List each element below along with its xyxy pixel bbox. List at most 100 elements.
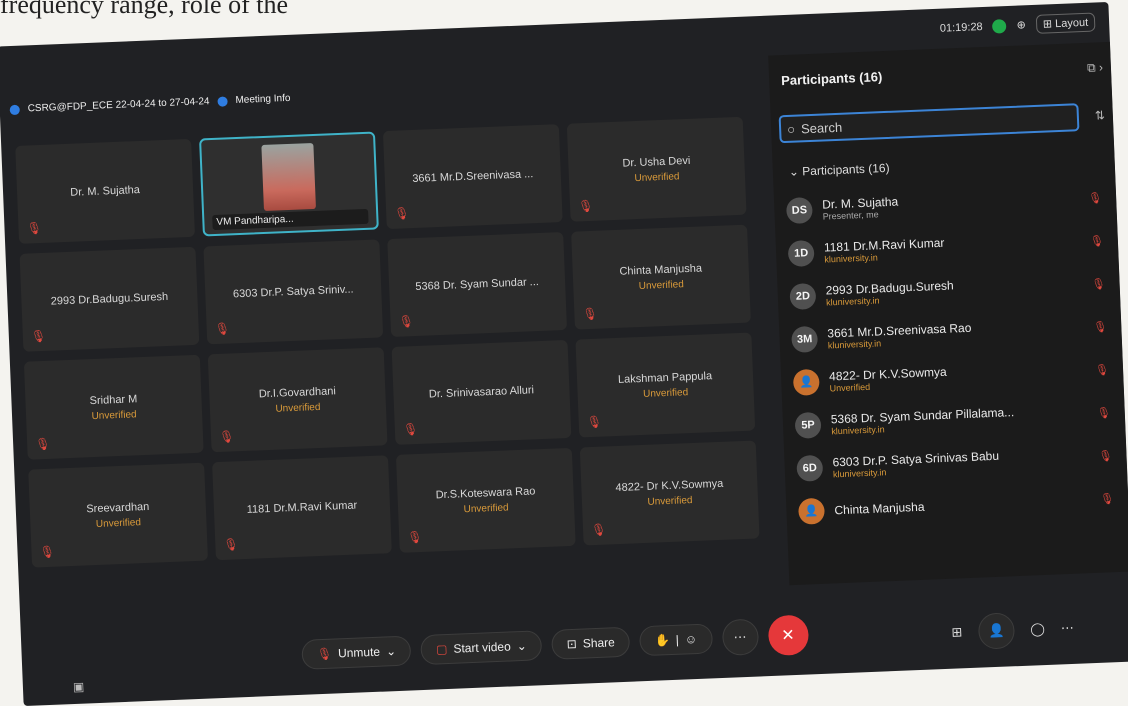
popout-icon[interactable]: ⧉ › xyxy=(1087,60,1103,76)
avatar: 👤 xyxy=(797,497,826,525)
tile-name: Chinta Manjusha xyxy=(619,261,703,278)
search-input[interactable]: ○ Search xyxy=(778,103,1080,144)
sort-icon[interactable]: ⇅ xyxy=(1095,108,1106,122)
side-tools: ⊞ 👤 ◯ ⋯ xyxy=(951,610,1075,651)
captions-icon[interactable]: ▣ xyxy=(73,680,85,694)
participant-info: 1181 Dr.M.Ravi Kumar kluniversity.in xyxy=(824,235,945,264)
mic-muted-icon: 🎙 xyxy=(1098,450,1113,463)
unverified-badge: Unverified xyxy=(463,501,509,515)
layout-label: Layout xyxy=(1054,16,1089,31)
background-document-text: frequency range, role of the xyxy=(0,0,289,19)
info-icon[interactable] xyxy=(217,95,228,107)
participant-tile[interactable]: Dr.S.Koteswara Rao Unverified 🎙 xyxy=(395,447,576,553)
participants-icon[interactable]: 👤 xyxy=(977,612,1016,650)
tile-name: Dr. M. Sujatha xyxy=(70,183,141,199)
start-video-button[interactable]: ▢ Start video ⌄ xyxy=(420,630,543,666)
video-off-icon: ▢ xyxy=(435,642,448,657)
participant-tile[interactable]: VM Pandharipa... xyxy=(199,131,379,237)
mic-muted-icon: 🎙 xyxy=(393,206,410,221)
share-button[interactable]: ⊡ Share xyxy=(551,626,631,660)
participant-info: 5368 Dr. Syam Sundar Pillalama... klunive… xyxy=(831,405,1015,436)
avatar: DS xyxy=(785,196,813,224)
emoji-icon: ☺ xyxy=(684,631,698,647)
tile-name: 2993 Dr.Badugu.Suresh xyxy=(50,290,169,308)
participant-info: 2993 Dr.Badugu.Suresh kluniversity.in xyxy=(825,278,954,307)
avatar: 6D xyxy=(796,454,824,482)
tile-name: VM Pandharipa... xyxy=(212,208,369,231)
mic-muted-icon: 🎙 xyxy=(1093,321,1108,334)
participant-tile[interactable]: Lakshman Pappula Unverified 🎙 xyxy=(575,332,756,438)
tile-name: Sridhar M xyxy=(89,392,138,407)
mic-muted-icon: 🎙 xyxy=(1089,235,1105,248)
mic-muted-icon: 🎙 xyxy=(1100,493,1115,506)
status-dot-icon xyxy=(992,18,1007,34)
meeting-header: CSRG@FDP_ECE 22-04-24 to 27-04-24 Meetin… xyxy=(9,93,291,115)
participant-info: Dr. M. Sujatha Presenter, me xyxy=(822,194,899,221)
tile-name: 3661 Mr.D.Sreenivasa ... xyxy=(412,168,534,186)
tile-name: 6303 Dr.P. Satya Sriniv... xyxy=(232,283,354,301)
mic-muted-icon: 🎙 xyxy=(1094,364,1110,377)
mic-muted-icon: 🎙 xyxy=(402,422,419,437)
search-placeholder: Search xyxy=(800,119,843,136)
participant-tile[interactable]: Dr.I.Govardhani Unverified 🎙 xyxy=(207,347,388,453)
chat-icon[interactable]: ◯ xyxy=(1030,621,1045,638)
participant-name: Chinta Manjusha xyxy=(834,499,925,517)
search-icon: ○ xyxy=(786,121,796,137)
mic-muted-icon: 🎙 xyxy=(1096,407,1112,420)
reactions-button[interactable]: ✋ | ☺ xyxy=(639,623,713,657)
meeting-info-link[interactable]: Meeting Info xyxy=(235,93,290,106)
avatar: 5P xyxy=(794,411,822,439)
participant-info: 6303 Dr.P. Satya Srinivas Babu kluniversi… xyxy=(832,448,999,479)
tile-name: Dr. Srinivasarao Alluri xyxy=(428,384,535,401)
tile-name: Dr.I.Govardhani xyxy=(258,384,337,400)
avatar: 3M xyxy=(791,325,819,353)
more-options-button[interactable]: ⋯ xyxy=(721,618,759,656)
participant-tile[interactable]: Dr. Usha Devi Unverified 🎙 xyxy=(566,116,747,222)
start-video-label: Start video xyxy=(453,639,512,656)
unverified-badge: Unverified xyxy=(634,170,680,184)
mic-muted-icon: 🎙 xyxy=(214,321,231,337)
section-label: Participants (16) xyxy=(801,160,890,179)
video-feed xyxy=(261,142,316,212)
top-bar: 01:19:28 ⊕ ⊞ Layout xyxy=(939,12,1096,38)
participant-tile[interactable]: 6303 Dr.P. Satya Sriniv... 🎙 xyxy=(203,239,384,345)
unverified-badge: Unverified xyxy=(95,516,142,530)
participant-tile[interactable]: Dr. M. Sujatha 🎙 xyxy=(15,138,195,244)
meeting-timer: 01:19:28 xyxy=(939,20,983,35)
unmute-button[interactable]: 🎙 Unmute ⌄ xyxy=(301,635,412,670)
tile-name: Dr.S.Koteswara Rao xyxy=(435,484,536,501)
apps-icon[interactable]: ⊞ xyxy=(951,624,963,640)
share-label: Share xyxy=(582,635,616,651)
unmute-label: Unmute xyxy=(337,644,381,661)
participant-list: DS Dr. M. Sujatha Presenter, me 🎙 1D 1181 Dr.… xyxy=(785,176,1120,533)
zoom-icon[interactable]: ⊕ xyxy=(1016,18,1026,31)
meeting-toolbar: 🎙 Unmute ⌄ ▢ Start video ⌄ ⊡ Share ✋ | ☺ ⋯ … xyxy=(301,614,809,675)
participant-tile[interactable]: Sreevardhan Unverified 🎙 xyxy=(28,462,209,568)
participant-tile[interactable]: Dr. Srinivasarao Alluri 🎙 xyxy=(391,339,572,445)
participant-tile[interactable]: 3661 Mr.D.Sreenivasa ... 🎙 xyxy=(382,124,563,230)
share-icon: ⊡ xyxy=(566,636,578,652)
participant-tile[interactable]: 5368 Dr. Syam Sundar ... 🎙 xyxy=(387,232,568,338)
participant-tile[interactable]: 1181 Dr.M.Ravi Kumar 🎙 xyxy=(212,455,392,561)
participants-panel: Participants (16) ⧉ › ○ Search ⇅ ⌄ Parti… xyxy=(768,41,1128,586)
mic-muted-icon: 🎙 xyxy=(316,646,333,662)
unverified-badge: Unverified xyxy=(647,494,693,508)
more-icon[interactable]: ⋯ xyxy=(1061,620,1075,637)
layout-button[interactable]: ⊞ Layout xyxy=(1035,12,1096,34)
app-icon xyxy=(9,104,20,115)
mic-muted-icon: 🎙 xyxy=(582,306,598,322)
unverified-badge: Unverified xyxy=(91,408,137,422)
unverified-badge: Unverified xyxy=(638,278,685,292)
avatar: 2D xyxy=(789,282,817,310)
participant-tile[interactable]: 4822- Dr K.V.Sowmya Unverified 🎙 xyxy=(579,440,760,546)
participants-section-header[interactable]: ⌄ Participants (16) xyxy=(789,161,890,179)
participant-tile[interactable]: 2993 Dr.Badugu.Suresh 🎙 xyxy=(19,246,200,352)
video-grid: Dr. M. Sujatha 🎙 VM Pandharipa... 3661 Mr.D… xyxy=(15,116,781,568)
tile-name: Lakshman Pappula xyxy=(617,369,713,386)
participant-tile[interactable]: Sridhar M Unverified 🎙 xyxy=(23,354,204,460)
participant-info: 4822- Dr K.V.Sowmya Unverified xyxy=(829,364,947,393)
end-call-button[interactable]: ✕ xyxy=(767,614,809,657)
tile-name: 5368 Dr. Syam Sundar ... xyxy=(415,276,540,293)
participant-tile[interactable]: Chinta Manjusha Unverified 🎙 xyxy=(571,224,751,330)
tile-name: 1181 Dr.M.Ravi Kumar xyxy=(246,499,358,516)
